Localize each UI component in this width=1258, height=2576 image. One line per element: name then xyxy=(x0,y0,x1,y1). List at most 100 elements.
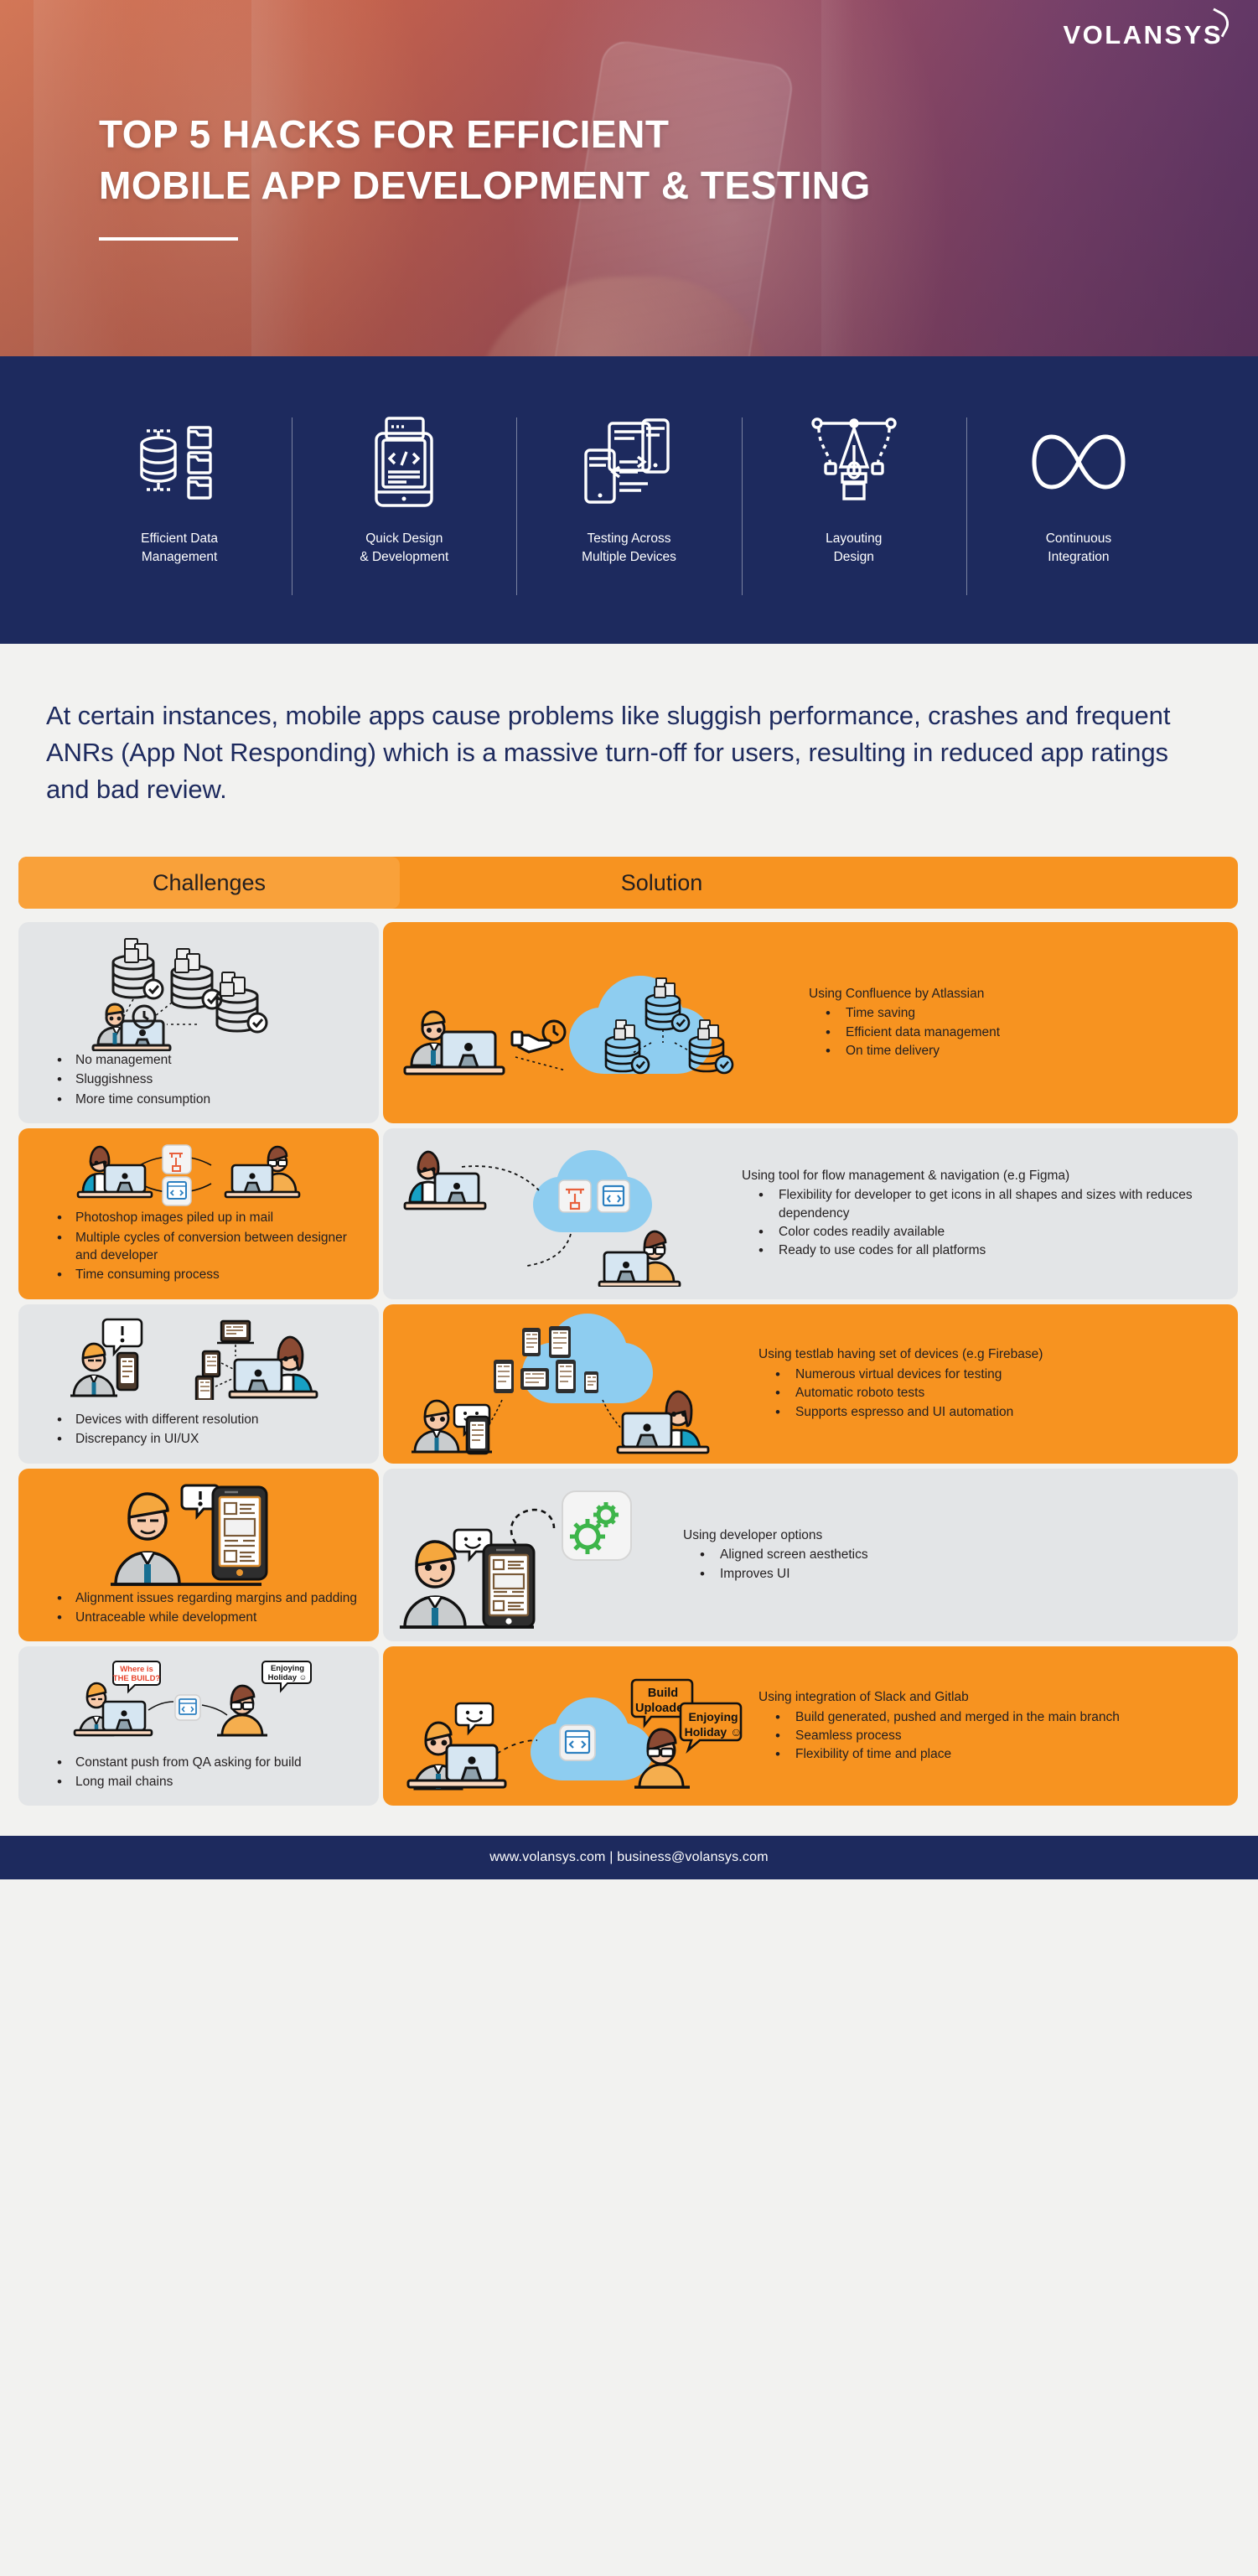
list-item: Flexibility for developer to get icons i… xyxy=(742,1185,1219,1222)
list-item: Supports espresso and UI automation xyxy=(758,1402,1219,1423)
qa-asking-for-build-illustration: Where is THE BUILD? Enjoying Holiday ☺ xyxy=(34,1658,364,1742)
challenge-bubble-1-line2: THE BUILD? xyxy=(113,1674,161,1683)
challenge-cell: Photoshop images piled up in mail Multip… xyxy=(18,1128,379,1299)
solution-text: Using developer options Aligned screen a… xyxy=(671,1526,1226,1584)
list-item: More time consumption xyxy=(39,1090,364,1110)
challenge-list: No management Sluggishness More time con… xyxy=(34,1050,364,1110)
title-underline xyxy=(99,237,238,241)
solution-bubble-2-line1: Enjoying xyxy=(688,1710,738,1723)
solution-text: Using Confluence by Atlassian Time savin… xyxy=(797,985,1226,1061)
build-uploaded-to-cloud-illustration: Build Uploaded Enjoying Holiday ☺ xyxy=(395,1655,747,1797)
pen-tool-icon xyxy=(805,412,903,511)
page-title: TOP 5 HACKS FOR EFFICIENT MOBILE APP DEV… xyxy=(99,109,871,211)
comparison-rows: No management Sluggishness More time con… xyxy=(18,922,1238,1806)
challenge-cell: Where is THE BUILD? Enjoying Holiday ☺ •… xyxy=(18,1646,379,1806)
hero-banner: VOLANSYS TOP 5 HACKS FOR EFFICIENT MOBIL… xyxy=(0,0,1258,356)
person-at-desk-with-cloud-databases-illustration xyxy=(395,948,797,1097)
table-row: Photoshop images piled up in mail Multip… xyxy=(18,1128,1238,1299)
person-with-aligned-layout-and-gears-illustration xyxy=(395,1480,671,1630)
challenges-header: Challenges xyxy=(18,857,400,910)
challenge-bubble-2-line2: Holiday ☺ xyxy=(268,1673,308,1682)
list-item: Untraceable while development xyxy=(39,1608,364,1628)
solution-cell: Using testlab having set of devices (e.g… xyxy=(383,1304,1238,1464)
solution-lead: Using Confluence by Atlassian xyxy=(809,986,985,1001)
list-item: Multiple cycles of conversion between de… xyxy=(39,1228,364,1265)
frustrated-tester-with-multiple-devices-illustration xyxy=(34,1316,364,1400)
solution-cell: Using Confluence by Atlassian Time savin… xyxy=(383,922,1238,1124)
designer-and-developer-exchanging-files-illustration xyxy=(34,1140,364,1209)
list-item: Improves UI xyxy=(683,1564,1219,1584)
challenge-cell: Alignment issues regarding margins and p… xyxy=(18,1468,379,1642)
list-item: Constant push from QA asking for build xyxy=(39,1753,364,1773)
list-item: Efficient data management xyxy=(809,1023,1219,1043)
table-row: Where is THE BUILD? Enjoying Holiday ☺ •… xyxy=(18,1646,1238,1806)
table-row: Devices with different resolution Discre… xyxy=(18,1304,1238,1464)
solution-text: Using tool for flow management & navigat… xyxy=(730,1167,1226,1261)
database-documents-icon xyxy=(130,412,229,511)
infinity-icon xyxy=(1029,412,1128,511)
mobile-code-icon xyxy=(358,412,450,511)
multi-device-sync-icon xyxy=(581,412,678,511)
solution-lead: Using integration of Slack and Gitlab xyxy=(758,1690,969,1705)
person-with-misaligned-mobile-layout-illustration xyxy=(34,1480,364,1589)
challenge-cell: Devices with different resolution Discre… xyxy=(18,1304,379,1464)
topic-icon-strip: Efficient Data Management Quick Design &… xyxy=(0,356,1258,644)
solution-text: Using integration of Slack and Gitlab Bu… xyxy=(747,1688,1226,1765)
strip-item-layouting-design: Layouting Design xyxy=(741,412,966,595)
footer-contact-text: www.volansys.com | business@volansys.com xyxy=(489,1850,769,1865)
solution-bubble-1-line1: Build xyxy=(648,1687,678,1700)
list-item: Automatic roboto tests xyxy=(758,1383,1219,1403)
challenge-list: Photoshop images piled up in mail Multip… xyxy=(34,1208,364,1286)
strip-item-label: Efficient Data Management xyxy=(141,531,219,564)
challenge-bubble-1-line1: Where is xyxy=(120,1665,153,1674)
challenge-cell: No management Sluggishness More time con… xyxy=(18,922,379,1124)
list-item: Sluggishness xyxy=(39,1070,364,1090)
list-item: Ready to use codes for all platforms xyxy=(742,1241,1219,1261)
list-item: Flexibility of time and place xyxy=(758,1744,1219,1765)
strip-item-continuous-integration: Continuous Integration xyxy=(966,412,1191,595)
footer-bar: www.volansys.com | business@volansys.com xyxy=(0,1836,1258,1880)
list-item: Aligned screen aesthetics xyxy=(683,1545,1219,1565)
strip-item-label: Testing Across Multiple Devices xyxy=(582,531,676,564)
list-item: Numerous virtual devices for testing xyxy=(758,1365,1219,1385)
intro-section: At certain instances, mobile apps cause … xyxy=(0,644,1258,808)
list-item: Time saving xyxy=(809,1003,1219,1024)
list-item: No management xyxy=(39,1050,364,1070)
table-row: No management Sluggishness More time con… xyxy=(18,922,1238,1124)
challenge-list: Devices with different resolution Discre… xyxy=(34,1410,364,1450)
table-row: Alignment issues regarding margins and p… xyxy=(18,1468,1238,1642)
infographic-page: VOLANSYS TOP 5 HACKS FOR EFFICIENT MOBIL… xyxy=(0,0,1258,1880)
solution-lead: Using developer options xyxy=(683,1527,823,1542)
list-item: Long mail chains xyxy=(39,1772,364,1792)
solution-text: Using testlab having set of devices (e.g… xyxy=(747,1345,1226,1422)
challenge-list: Alignment issues regarding margins and p… xyxy=(34,1589,364,1629)
solution-cell: Using tool for flow management & navigat… xyxy=(383,1128,1238,1299)
challenge-bubble-2-line1: Enjoying xyxy=(271,1664,304,1673)
designer-developer-cloud-tools-illustration xyxy=(395,1140,730,1288)
challenges-header-label: Challenges xyxy=(152,869,267,895)
volansys-logo: VOLANSYS xyxy=(1063,8,1234,50)
device-testlab-cloud-illustration xyxy=(395,1313,747,1455)
list-item: Alignment issues regarding margins and p… xyxy=(39,1589,364,1609)
list-item: Devices with different resolution xyxy=(39,1410,364,1430)
list-item: Seamless process xyxy=(758,1726,1219,1746)
strip-item-label: Continuous Integration xyxy=(1045,531,1112,564)
strip-item-label: Quick Design & Development xyxy=(360,531,449,564)
list-item: Time consuming process xyxy=(39,1265,364,1285)
page-title-line1: TOP 5 HACKS FOR EFFICIENT xyxy=(99,112,670,156)
list-item: Build generated, pushed and merged in th… xyxy=(758,1708,1219,1728)
logo-text: VOLANSYS xyxy=(1063,20,1223,49)
strip-item-quick-design-development: Quick Design & Development xyxy=(292,412,516,595)
person-at-desk-with-scattered-databases-illustration xyxy=(34,934,364,1052)
strip-item-testing-multiple-devices: Testing Across Multiple Devices xyxy=(516,412,741,595)
solution-bubble-2-line2: Holiday ☺ xyxy=(685,1725,743,1739)
strip-item-label: Layouting Design xyxy=(826,531,883,564)
list-item: Color codes readily available xyxy=(742,1222,1219,1242)
solution-lead: Using testlab having set of devices (e.g… xyxy=(758,1347,1043,1362)
solution-lead: Using tool for flow management & navigat… xyxy=(742,1168,1070,1183)
column-headers: Solution Challenges xyxy=(18,857,1238,910)
solution-cell: Using developer options Aligned screen a… xyxy=(383,1468,1238,1642)
list-item: Discrepancy in UI/UX xyxy=(39,1429,364,1449)
list-item: On time delivery xyxy=(809,1041,1219,1061)
intro-paragraph: At certain instances, mobile apps cause … xyxy=(46,701,1171,805)
